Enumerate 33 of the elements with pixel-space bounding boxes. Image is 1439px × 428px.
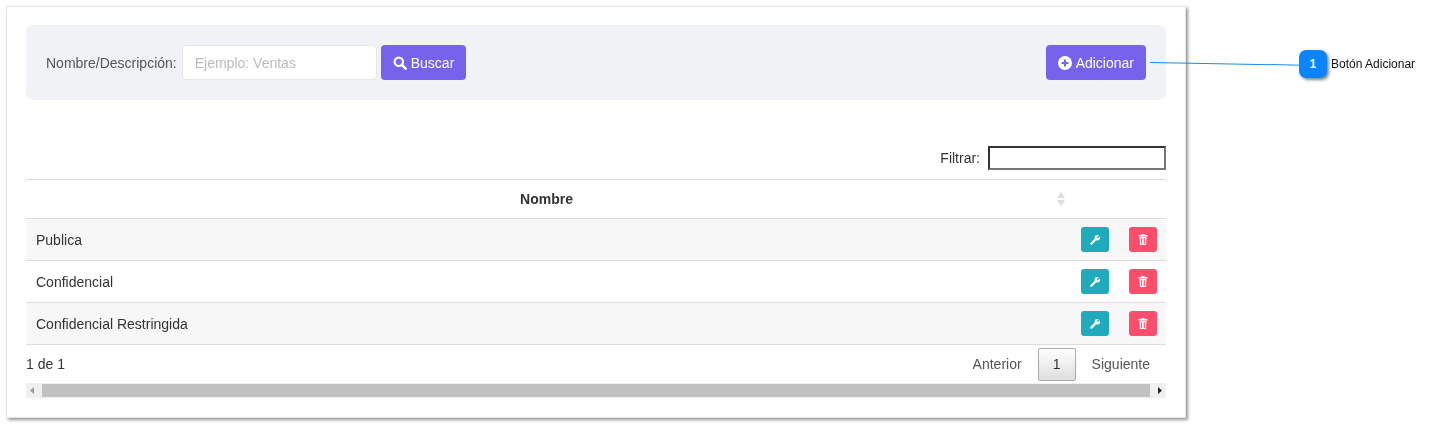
table-cell-text: Publica — [35, 231, 83, 248]
next-link[interactable]: Siguiente — [1075, 356, 1166, 372]
delete-button[interactable] — [1129, 269, 1157, 294]
left-arrow-icon[interactable] — [30, 387, 34, 394]
search-icon — [392, 55, 407, 70]
right-arrow-icon[interactable] — [1158, 387, 1162, 394]
edit-button[interactable] — [1081, 311, 1109, 336]
trash-icon — [1138, 276, 1148, 287]
wrench-icon — [1089, 234, 1101, 245]
add-button[interactable]: Adicionar — [1045, 45, 1146, 80]
page-button[interactable]: 1 — [1037, 347, 1076, 381]
delete-button[interactable] — [1129, 227, 1157, 252]
callout-badge: 1 — [1299, 50, 1327, 78]
trash-icon — [1138, 318, 1148, 329]
edit-button[interactable] — [1081, 227, 1109, 252]
edit-button[interactable] — [1081, 269, 1109, 294]
table-cell-text: Confidencial — [35, 273, 115, 290]
previous-link[interactable]: Anterior — [956, 356, 1038, 372]
search-button[interactable]: Buscar — [380, 45, 467, 80]
search-label: Nombre/Descripción: — [46, 54, 177, 71]
callout-label: Botón Adicionar — [1331, 57, 1416, 71]
delete-button[interactable] — [1129, 311, 1157, 336]
page-info: 1 de 1 — [26, 356, 65, 372]
horizontal-scrollbar[interactable] — [26, 383, 1166, 398]
plus-circle-icon — [1057, 55, 1072, 70]
filter-field[interactable] — [988, 146, 1166, 170]
trash-icon — [1138, 234, 1148, 245]
search-field[interactable]: Ejemplo: Ventas — [181, 45, 377, 80]
wrench-icon — [1089, 318, 1101, 329]
table-cell-text: Confidencial Restringida — [35, 315, 189, 332]
column-header[interactable]: Nombre — [26, 191, 1057, 207]
wrench-icon — [1089, 276, 1101, 287]
filter-label: Filtrar: — [940, 150, 980, 166]
